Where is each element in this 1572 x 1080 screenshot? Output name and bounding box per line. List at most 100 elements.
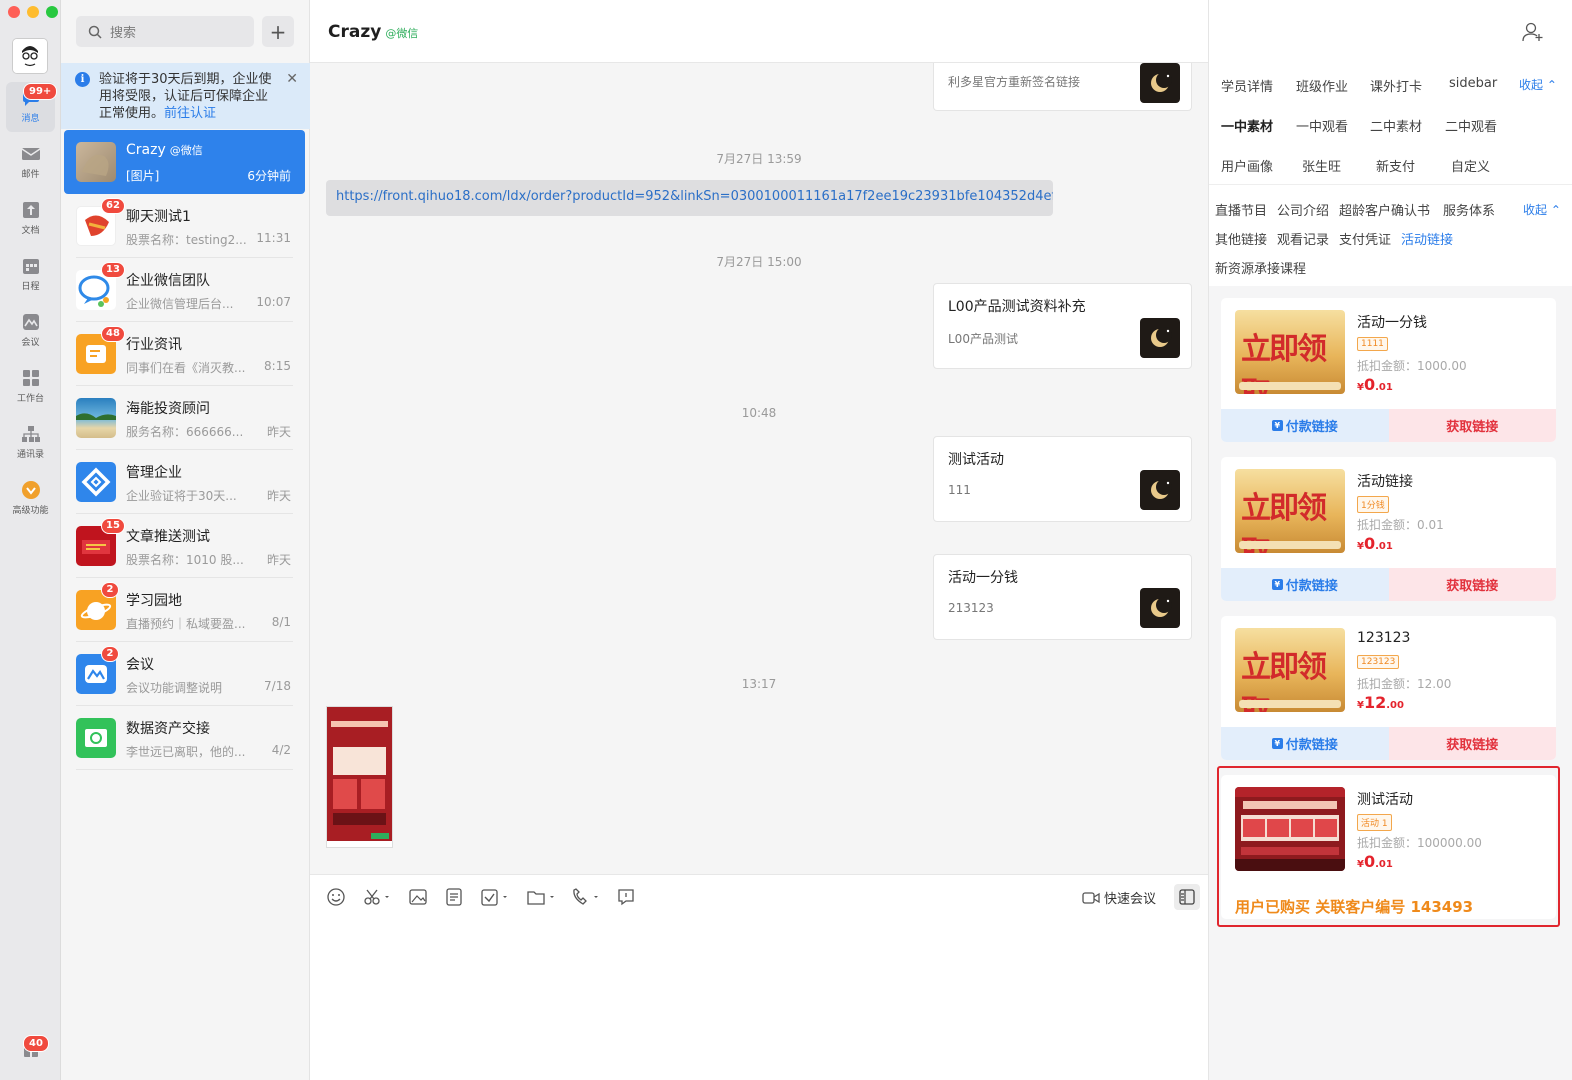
- message-card[interactable]: L00产品测试资料补充 L00产品测试: [933, 283, 1192, 369]
- rail-workbench[interactable]: 工作台: [6, 362, 55, 412]
- tab-item[interactable]: 二中观看: [1445, 116, 1497, 135]
- rail-label: 通讯录: [16, 450, 44, 460]
- todo-icon[interactable]: [480, 887, 512, 907]
- quick-meeting-button[interactable]: 快速会议: [1082, 888, 1156, 907]
- message-card[interactable]: 利多星官方重新签名链接: [933, 63, 1192, 111]
- collapse-tabs-button[interactable]: 收起 ⌃: [1519, 76, 1557, 93]
- rail-messages[interactable]: 消息 99+: [6, 82, 58, 132]
- rail-advanced[interactable]: 高级功能: [6, 474, 55, 524]
- user-avatar[interactable]: [12, 38, 48, 74]
- unread-badge: 13: [101, 262, 125, 278]
- rail-mail[interactable]: 邮件: [6, 138, 55, 188]
- close-window-button[interactable]: [8, 6, 20, 18]
- minimize-window-button[interactable]: [27, 6, 39, 18]
- get-link-button[interactable]: 获取链接: [1388, 727, 1556, 760]
- image-icon[interactable]: [408, 887, 428, 907]
- tab-item[interactable]: 二中素材: [1370, 116, 1422, 135]
- video-icon: [1082, 891, 1100, 904]
- customer-sidebar: 学员详情 班级作业 课外打卡 sidebar 收起 ⌃ 一中素材 一中观看 二中…: [1208, 0, 1572, 1080]
- rail-contacts[interactable]: 通讯录: [6, 418, 55, 468]
- conversation-time: 昨天: [266, 425, 291, 439]
- conversation-item[interactable]: 海能投资顾问 服务名称：666666... 昨天: [64, 386, 305, 450]
- conversation-preview: 企业微信管理后台...: [126, 297, 234, 311]
- file-text-icon[interactable]: [444, 887, 464, 907]
- conversation-item[interactable]: 62 聊天测试1 股票名称：testing2... 11:31: [64, 194, 305, 258]
- search-placeholder: 搜索: [110, 26, 137, 41]
- card-thumbnail: [1140, 63, 1180, 103]
- conversation-item[interactable]: 数据资产交接 李世远已离职，他的... 4/2: [64, 706, 305, 770]
- conversation-name: 会议: [126, 657, 154, 673]
- add-button[interactable]: +: [262, 16, 294, 47]
- product-actions: ¥ 付款链接 获取链接: [1221, 409, 1556, 442]
- category-item[interactable]: 观看记录: [1277, 229, 1329, 248]
- link-message[interactable]: https://front.qihuo18.com/ldx/order?prod…: [326, 180, 1053, 216]
- coupon-image: 立即领取: [1235, 310, 1345, 394]
- category-item[interactable]: 超龄客户确认书: [1339, 200, 1430, 219]
- pay-link-button[interactable]: ¥ 付款链接: [1221, 568, 1389, 601]
- tab-item[interactable]: 张生旺: [1302, 156, 1341, 175]
- tab-item[interactable]: 一中素材: [1221, 116, 1273, 135]
- timestamp: 13:17: [741, 677, 777, 691]
- coupon-image: 立即领取: [1235, 469, 1345, 553]
- folder-icon[interactable]: [526, 887, 558, 907]
- conversation-item[interactable]: 2 会议 会议功能调整说明 7/18: [64, 642, 305, 706]
- rail-more[interactable]: 40: [6, 1033, 55, 1073]
- conversation-item[interactable]: 管理企业 企业验证将于30天... 昨天: [64, 450, 305, 514]
- conversation-name: Crazy @微信: [126, 142, 203, 158]
- screenshot-scissors-icon[interactable]: [362, 887, 392, 907]
- product-desc: 抵扣金额：0.01: [1357, 518, 1444, 532]
- search-icon: [88, 25, 102, 39]
- tab-item[interactable]: 一中观看: [1296, 116, 1348, 135]
- conversation-item[interactable]: Crazy @微信 [图片] 6分钟前: [64, 130, 305, 194]
- pay-link-button[interactable]: ¥ 付款链接: [1221, 727, 1389, 760]
- rail-label: 消息: [21, 114, 40, 124]
- rail-meeting[interactable]: 会议: [6, 306, 55, 356]
- collapse-categories-button[interactable]: 收起 ⌃: [1523, 201, 1561, 218]
- tab-item[interactable]: 新支付: [1376, 156, 1415, 175]
- phone-icon[interactable]: [570, 887, 602, 907]
- tab-item[interactable]: 班级作业: [1296, 76, 1348, 95]
- tab-item[interactable]: sidebar: [1449, 76, 1497, 91]
- rail-calendar[interactable]: 日程: [6, 250, 55, 300]
- product-title: 123123: [1357, 630, 1411, 646]
- product-actions: ¥ 付款链接 获取链接: [1221, 727, 1556, 760]
- category-item[interactable]: 活动链接: [1401, 229, 1453, 248]
- verify-link[interactable]: 前往认证: [164, 106, 216, 121]
- category-item[interactable]: 新资源承接课程: [1215, 258, 1306, 277]
- category-item[interactable]: 支付凭证: [1339, 229, 1391, 248]
- unread-badge: 15: [101, 518, 125, 534]
- calendar-icon: [20, 256, 42, 276]
- message-box-icon[interactable]: [616, 887, 636, 907]
- get-link-button[interactable]: 获取链接: [1388, 409, 1556, 442]
- search-input[interactable]: 搜索: [76, 16, 254, 47]
- tab-item[interactable]: 学员详情: [1221, 76, 1273, 95]
- conversation-item[interactable]: 2 学习园地 直播预约｜私域要盈... 8/1: [64, 578, 305, 642]
- close-icon[interactable]: ✕: [286, 71, 298, 88]
- conversation-time: 昨天: [266, 553, 291, 567]
- image-message[interactable]: [326, 706, 393, 848]
- conversation-item[interactable]: 15 文章推送测试 股票名称：1010 股... 昨天: [64, 514, 305, 578]
- category-item[interactable]: 其他链接: [1215, 229, 1267, 248]
- category-item[interactable]: 直播节目: [1215, 200, 1267, 219]
- category-item[interactable]: 服务体系: [1443, 200, 1495, 219]
- add-contact-icon[interactable]: [1522, 22, 1544, 42]
- category-item[interactable]: 公司介绍: [1277, 200, 1329, 219]
- window-controls: [8, 6, 58, 18]
- message-card[interactable]: 活动一分钱 213123: [933, 554, 1192, 640]
- get-link-button[interactable]: 获取链接: [1388, 568, 1556, 601]
- tab-item[interactable]: 自定义: [1451, 156, 1490, 175]
- conversation-item[interactable]: 48 行业资讯 同事们在看《消灭教... 8:15: [64, 322, 305, 386]
- tab-item[interactable]: 课外打卡: [1370, 76, 1422, 95]
- conversation-preview: 企业验证将于30天...: [126, 489, 237, 503]
- zoom-window-button[interactable]: [46, 6, 58, 18]
- pay-link-button[interactable]: ¥ 付款链接: [1221, 409, 1389, 442]
- card-thumbnail: [1140, 318, 1180, 358]
- tab-item[interactable]: 用户画像: [1221, 156, 1273, 175]
- conversation-item[interactable]: 13 企业微信团队 企业微信管理后台... 10:07: [64, 258, 305, 322]
- sidebar-toggle-icon[interactable]: [1174, 884, 1200, 910]
- rail-docs[interactable]: 文档: [6, 194, 55, 244]
- message-card[interactable]: 测试活动 111: [933, 436, 1192, 522]
- mail-icon: [20, 144, 42, 164]
- emoji-icon[interactable]: [326, 887, 346, 907]
- message-input[interactable]: [310, 918, 1208, 1080]
